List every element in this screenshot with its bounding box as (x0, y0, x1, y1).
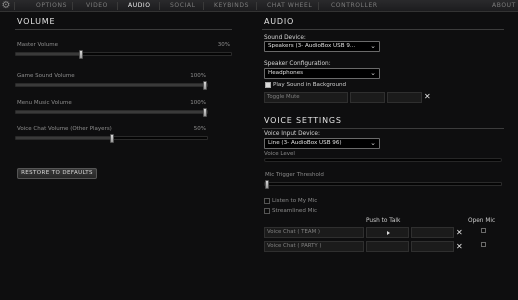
menu-music-volume-slider[interactable] (15, 108, 208, 117)
voice-input-device-dropdown[interactable]: Line (3- AudioBox USB 96) ⌄ (264, 138, 380, 149)
team-ptt-key-primary[interactable] (366, 227, 409, 238)
voice-chat-party-label: Voice Chat ( PARTY ) (267, 243, 322, 249)
speaker-config-value: Headphones (268, 70, 304, 76)
toggle-mute-label: Toggle Mute (267, 94, 300, 100)
tab-separator (318, 2, 319, 10)
tab-controller[interactable]: CONTROLLER (331, 0, 378, 12)
restore-defaults-button[interactable]: RESTORE TO DEFAULTS (17, 168, 97, 179)
toggle-mute-row: Toggle Mute (264, 92, 348, 103)
slider-handle[interactable] (265, 180, 269, 189)
slider-label: Voice Chat Volume (Other Players) (17, 126, 112, 132)
voice-chat-volume-slider[interactable] (15, 134, 208, 143)
sound-device-dropdown[interactable]: Speakers (3- AudioBox USB 9... ⌄ (264, 41, 380, 52)
mic-threshold-label: Mic Trigger Threshold (265, 172, 324, 178)
game-sound-volume-slider[interactable] (15, 81, 208, 90)
slider-handle[interactable] (109, 134, 114, 143)
chevron-down-icon: ⌄ (370, 69, 376, 77)
section-divider (15, 29, 232, 30)
party-ptt-key-primary[interactable] (366, 241, 409, 252)
tab-separator (159, 2, 160, 10)
slider-value: 100% (190, 100, 206, 106)
voice-section-title: VOICE SETTINGS (264, 116, 342, 125)
audio-section-title: AUDIO (264, 17, 295, 26)
play-in-background-label: Play Sound in Background (273, 82, 347, 88)
mic-threshold-slider[interactable] (264, 180, 502, 189)
voice-chat-team-label: Voice Chat ( TEAM ) (267, 229, 321, 235)
play-in-background-checkbox[interactable] (265, 82, 271, 88)
slider-label: Menu Music Volume (17, 100, 72, 106)
slider-fill (16, 137, 112, 139)
mouse-cursor-icon (387, 231, 390, 235)
tab-separator (117, 2, 118, 10)
voice-chat-party-row: Voice Chat ( PARTY ) (264, 241, 364, 252)
voice-input-device-value: Line (3- AudioBox USB 96) (268, 140, 342, 146)
close-icon[interactable]: ✕ (424, 93, 431, 101)
streamlined-mic-checkbox[interactable] (264, 208, 270, 214)
slider-label: Game Sound Volume (17, 73, 75, 79)
open-mic-header: Open Mic (468, 218, 496, 224)
toggle-mute-key-secondary[interactable] (387, 92, 422, 103)
tab-audio[interactable]: AUDIO (128, 0, 151, 12)
tab-options[interactable]: OPTIONS (36, 0, 67, 12)
slider-handle[interactable] (203, 108, 207, 117)
streamlined-mic-label: Streamlined Mic (272, 208, 318, 214)
chevron-down-icon: ⌄ (370, 139, 376, 147)
slider-fill (16, 84, 207, 86)
slider-handle[interactable] (203, 81, 207, 90)
voice-level-label: Voice Level (264, 151, 295, 157)
push-to-talk-header: Push to Talk (366, 218, 401, 224)
tab-separator (256, 2, 257, 10)
close-icon[interactable]: ✕ (456, 229, 463, 237)
chevron-down-icon: ⌄ (370, 42, 376, 50)
party-open-mic-checkbox[interactable] (481, 242, 486, 247)
slider-value: 100% (190, 73, 206, 79)
gear-icon[interactable]: ⚙ (1, 1, 11, 11)
team-ptt-key-secondary[interactable] (411, 227, 454, 238)
close-icon[interactable]: ✕ (456, 243, 463, 251)
slider-handle[interactable] (78, 50, 83, 59)
tab-video[interactable]: VIDEO (86, 0, 108, 12)
sound-device-value: Speakers (3- AudioBox USB 9... (268, 43, 356, 49)
tab-keybinds[interactable]: KEYBINDS (214, 0, 249, 12)
master-volume-slider[interactable] (15, 50, 232, 59)
tab-separator (72, 2, 73, 10)
voice-level-meter (264, 158, 502, 162)
tab-about[interactable]: ABOUT (492, 0, 516, 12)
speaker-config-dropdown[interactable]: Headphones ⌄ (264, 68, 380, 79)
listen-to-mic-checkbox[interactable] (264, 198, 270, 204)
section-divider (262, 128, 504, 129)
tab-separator (203, 2, 204, 10)
tab-chat-wheel[interactable]: CHAT WHEEL (267, 0, 312, 12)
slider-value: 30% (217, 42, 230, 48)
slider-fill (16, 111, 207, 113)
team-open-mic-checkbox[interactable] (481, 228, 486, 233)
tab-separator (14, 2, 15, 10)
tab-social[interactable]: SOCIAL (170, 0, 196, 12)
slider-label: Master Volume (17, 42, 58, 48)
listen-to-mic-label: Listen to My Mic (272, 198, 318, 204)
slider-fill (16, 53, 81, 55)
voice-input-device-label: Voice Input Device: (264, 131, 320, 137)
voice-chat-team-row: Voice Chat ( TEAM ) (264, 227, 364, 238)
party-ptt-key-secondary[interactable] (411, 241, 454, 252)
section-divider (262, 29, 504, 30)
speaker-config-label: Speaker Configuration: (264, 61, 331, 67)
top-nav-bar: ⚙ OPTIONS VIDEO AUDIO SOCIAL KEYBINDS CH… (0, 0, 518, 12)
toggle-mute-key-primary[interactable] (350, 92, 385, 103)
volume-section-title: VOLUME (17, 17, 56, 26)
slider-value: 50% (193, 126, 206, 132)
